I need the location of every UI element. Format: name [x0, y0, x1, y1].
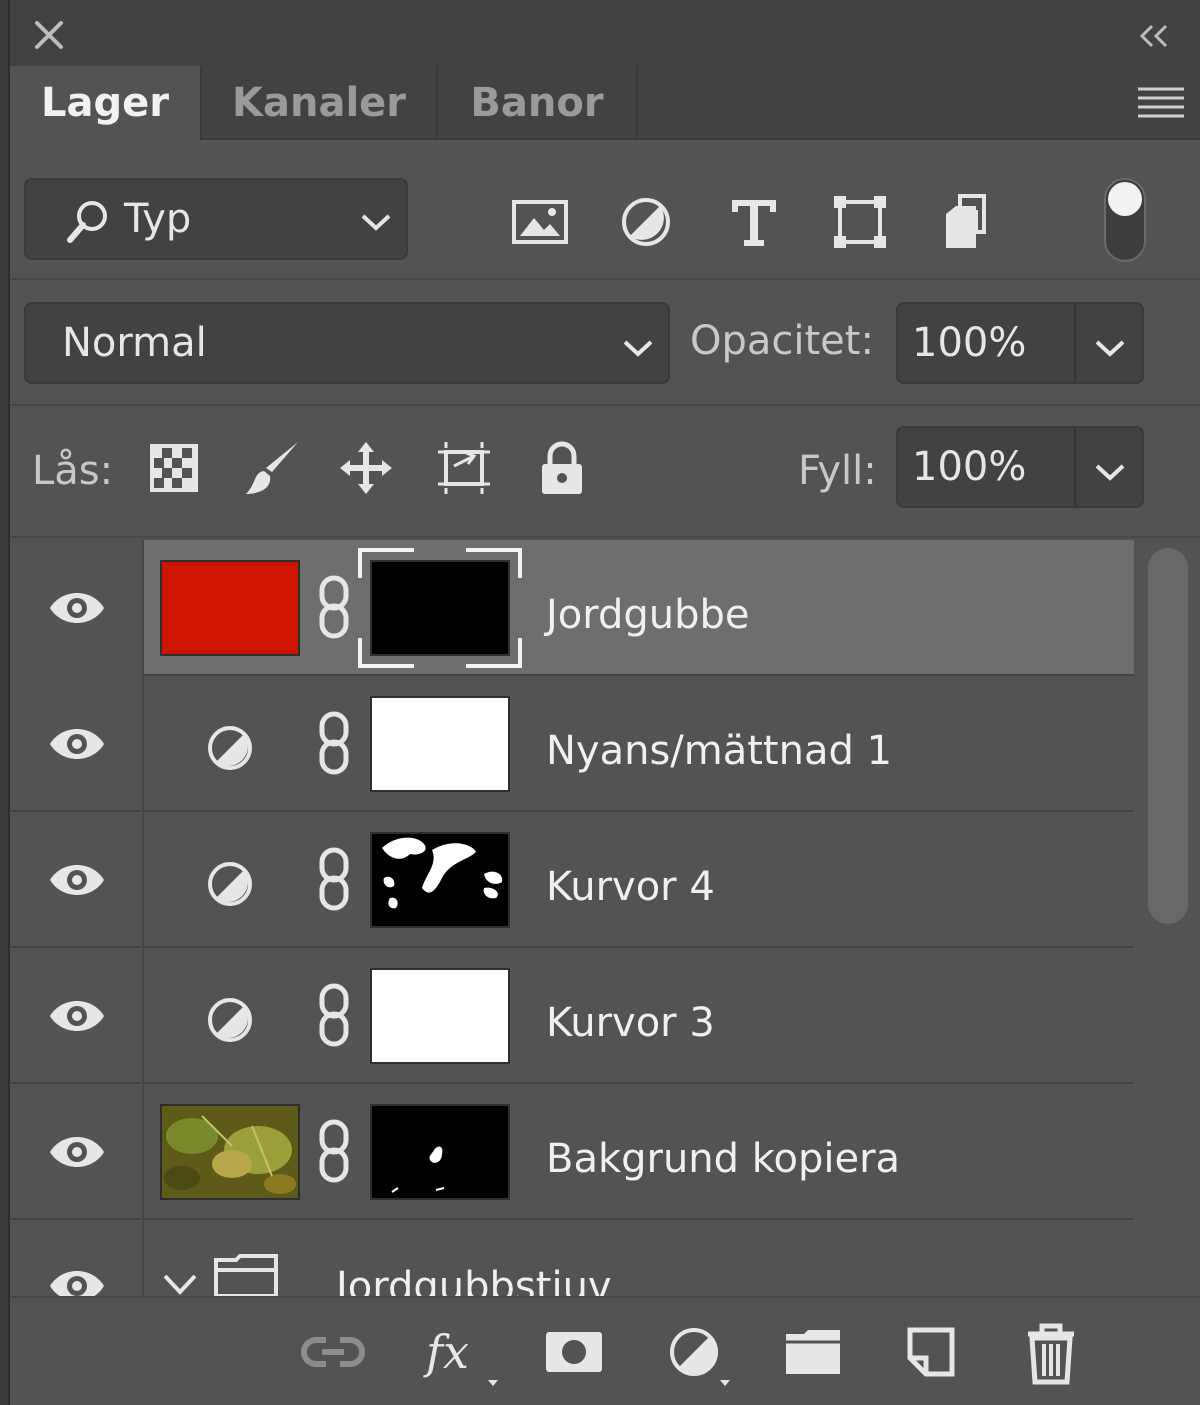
svg-text:fx: fx	[423, 1325, 469, 1379]
new-layer-icon[interactable]	[906, 1322, 956, 1382]
lock-transparency-icon[interactable]	[144, 438, 204, 498]
layer-row-nyans[interactable]: Nyans/mättnad 1	[10, 676, 1134, 812]
panel-tabs: Lager Kanaler Banor	[10, 66, 1200, 140]
chevron-down-icon	[623, 340, 653, 357]
link-chain-icon[interactable]	[314, 710, 354, 776]
folder-icon	[214, 1254, 278, 1298]
layer-name: Kurvor 3	[546, 1000, 715, 1046]
visibility-column	[10, 812, 144, 948]
pixel-layer-filter-icon[interactable]	[510, 192, 570, 252]
lock-label: Lås:	[32, 448, 114, 494]
smart-object-filter-icon[interactable]	[938, 192, 998, 252]
eye-icon[interactable]	[48, 1266, 106, 1298]
layer-name: Nyans/mättnad 1	[546, 728, 893, 774]
chevron-down-icon[interactable]	[162, 1272, 198, 1296]
layer-mask-thumbnail[interactable]	[370, 696, 510, 792]
adjustment-layer-icon	[208, 726, 252, 770]
toggle-knob	[1108, 182, 1142, 216]
panel-title-bar	[10, 0, 1200, 66]
chevron-down-icon	[361, 214, 391, 231]
lock-image-pixels-icon[interactable]	[242, 438, 302, 498]
filter-toggle[interactable]	[1104, 178, 1146, 262]
new-adjustment-icon[interactable]	[666, 1322, 746, 1392]
visibility-column	[10, 1084, 144, 1220]
opacity-field[interactable]: 100%	[896, 302, 1144, 384]
layer-row-bakgrund-kopiera[interactable]: Bakgrund kopiera	[10, 1084, 1134, 1220]
visibility-column	[10, 1220, 144, 1298]
lock-row: Lås: Fyll: 100%	[10, 408, 1200, 538]
eye-icon[interactable]	[48, 996, 106, 1036]
blend-mode-value: Normal	[62, 320, 207, 366]
link-chain-icon[interactable]	[314, 574, 354, 640]
tab-kanaler[interactable]: Kanaler	[202, 66, 438, 140]
blend-mode-select[interactable]: Normal	[24, 302, 670, 384]
visibility-column	[10, 948, 144, 1084]
layer-name: Jordgubbstjuv	[336, 1264, 612, 1298]
layer-mask-thumbnail[interactable]	[370, 968, 510, 1064]
layers-bottom-bar: fx	[10, 1296, 1200, 1405]
close-icon[interactable]	[32, 18, 66, 52]
tab-lager[interactable]: Lager	[10, 66, 202, 140]
layer-row-kurvor-4[interactable]: Kurvor 4	[10, 812, 1134, 948]
panel-menu-icon[interactable]	[1138, 86, 1184, 120]
layers-panel: Lager Kanaler Banor Typ Normal Opacitet:…	[8, 0, 1200, 1405]
layer-row-group[interactable]: Jordgubbstjuv	[10, 1220, 1134, 1298]
fill-dropdown-icon[interactable]	[1094, 462, 1126, 482]
image-thumbnail[interactable]	[160, 1104, 300, 1200]
scrollbar-thumb[interactable]	[1148, 548, 1188, 924]
eye-icon[interactable]	[48, 724, 106, 764]
layer-row-kurvor-3[interactable]: Kurvor 3	[10, 948, 1134, 1084]
opacity-value: 100%	[912, 320, 1027, 366]
eye-icon[interactable]	[48, 1132, 106, 1172]
field-divider	[1074, 428, 1076, 506]
field-divider	[1074, 304, 1076, 382]
link-layers-icon[interactable]	[300, 1322, 366, 1382]
filter-kind-label: Typ	[124, 196, 192, 242]
prevent-autonest-icon[interactable]	[434, 438, 494, 498]
layer-name: Kurvor 4	[546, 864, 715, 910]
adjustment-layer-filter-icon[interactable]	[616, 192, 676, 252]
layer-mask-thumbnail[interactable]	[370, 1104, 510, 1200]
link-chain-icon[interactable]	[314, 846, 354, 912]
fill-field[interactable]: 100%	[896, 426, 1144, 508]
trash-icon[interactable]	[1024, 1322, 1078, 1386]
layer-filter-row: Typ	[10, 140, 1200, 280]
add-mask-icon[interactable]	[544, 1322, 604, 1382]
tab-banor[interactable]: Banor	[438, 66, 638, 140]
adjustment-layer-icon	[208, 862, 252, 906]
lock-position-icon[interactable]	[336, 438, 396, 498]
search-icon	[67, 201, 107, 243]
link-chain-icon[interactable]	[314, 1118, 354, 1184]
opacity-label: Opacitet:	[690, 318, 874, 364]
fx-icon[interactable]: fx	[422, 1322, 502, 1392]
collapse-panel-icon[interactable]	[1136, 22, 1172, 50]
filter-kind-select[interactable]: Typ	[24, 178, 408, 260]
layer-list: Jordgubbe Nyans/mättnad 1 Kurvor 4 Kurvo…	[10, 540, 1134, 1298]
fill-value: 100%	[912, 444, 1027, 490]
fill-label: Fyll:	[798, 448, 877, 494]
adjustment-layer-icon	[208, 998, 252, 1042]
blend-row: Normal Opacitet: 100%	[10, 282, 1200, 406]
layer-name: Jordgubbe	[546, 592, 750, 638]
shape-layer-filter-icon[interactable]	[830, 192, 890, 252]
link-chain-icon[interactable]	[314, 982, 354, 1048]
opacity-dropdown-icon[interactable]	[1094, 338, 1126, 358]
lock-all-icon[interactable]	[532, 438, 592, 498]
visibility-column	[10, 540, 144, 676]
mask-selected-brackets	[358, 548, 522, 668]
type-layer-filter-icon[interactable]	[724, 192, 784, 252]
layer-row-jordgubbe[interactable]: Jordgubbe	[10, 540, 1134, 676]
new-group-icon[interactable]	[784, 1322, 842, 1382]
eye-icon[interactable]	[48, 860, 106, 900]
visibility-column	[10, 676, 144, 812]
layer-mask-thumbnail[interactable]	[370, 832, 510, 928]
color-fill-thumbnail[interactable]	[160, 560, 300, 656]
eye-icon[interactable]	[48, 588, 106, 628]
layer-name: Bakgrund kopiera	[546, 1136, 901, 1182]
